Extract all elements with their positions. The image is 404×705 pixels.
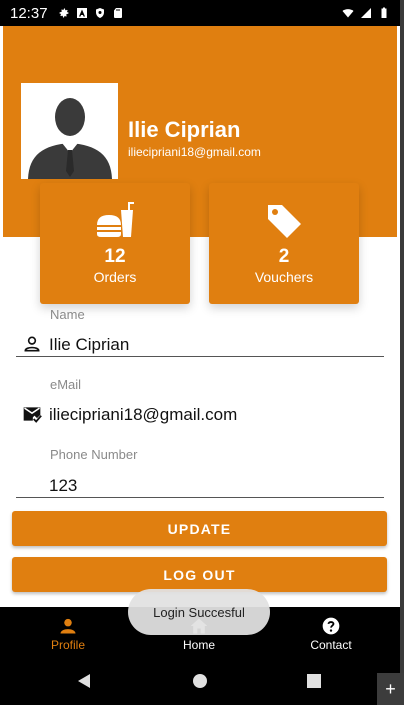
status-time: 12:37 <box>10 4 48 22</box>
nav-label-contact: Contact <box>310 638 352 652</box>
avatar[interactable] <box>21 83 118 179</box>
orders-label: Orders <box>93 269 137 285</box>
status-bar: 12:37 <box>0 0 400 26</box>
person-icon <box>24 336 40 352</box>
nav-item-profile[interactable]: Profile <box>8 607 128 657</box>
tag-icon <box>268 205 301 238</box>
app-screen: 12:37 Ilie Ciprian iliecipriani18@gmail.… <box>0 0 400 705</box>
name-input-underline <box>16 356 384 357</box>
phone-input-underline <box>16 497 384 498</box>
name-label: Name <box>50 307 85 322</box>
login-toast: Login Succesful <box>128 589 270 635</box>
logout-button[interactable]: LOG OUT <box>12 557 387 592</box>
orders-count: 12 <box>104 246 126 267</box>
update-button[interactable]: UPDATE <box>12 511 387 546</box>
burger-drink-icon <box>97 202 134 237</box>
app-a-icon <box>76 8 87 18</box>
signal-icon <box>361 8 371 18</box>
profile-name: Ilie Ciprian <box>128 117 241 142</box>
email-label: eMail <box>50 377 82 392</box>
user-silhouette-icon <box>27 98 112 179</box>
wifi-icon <box>342 9 354 18</box>
status-notification-icons <box>58 7 124 19</box>
phone-input[interactable]: 123 <box>49 476 77 496</box>
nav-label-home: Home <box>182 638 215 652</box>
vouchers-label: Vouchers <box>254 269 314 285</box>
name-input[interactable]: Ilie Ciprian <box>49 335 129 355</box>
nav-item-contact[interactable]: Contact <box>271 607 391 657</box>
phone-label: Phone Number <box>50 447 138 462</box>
orders-card[interactable]: 12 Orders <box>40 183 190 304</box>
vouchers-card[interactable]: 2 Vouchers <box>209 183 359 304</box>
vouchers-count: 2 <box>278 246 290 267</box>
shield-icon <box>95 8 104 18</box>
system-navigation-bar <box>0 657 400 705</box>
profile-email: iliecipriani18@gmail.com <box>128 145 261 159</box>
email-input[interactable]: iliecipriani18@gmail.com <box>49 405 237 425</box>
sd-card-icon <box>113 8 122 18</box>
recents-icon[interactable] <box>306 673 322 689</box>
plus-icon[interactable]: + <box>377 673 404 705</box>
emulator-side-rail <box>400 0 404 705</box>
status-system-icons <box>342 7 390 19</box>
help-circle-icon <box>322 617 340 635</box>
home-button-icon[interactable] <box>192 673 208 689</box>
person-icon <box>60 618 76 634</box>
nav-label-profile: Profile <box>50 638 85 652</box>
battery-icon <box>381 7 387 18</box>
back-icon[interactable] <box>76 673 92 689</box>
mail-check-icon <box>23 407 42 423</box>
settings-icon <box>59 8 69 18</box>
